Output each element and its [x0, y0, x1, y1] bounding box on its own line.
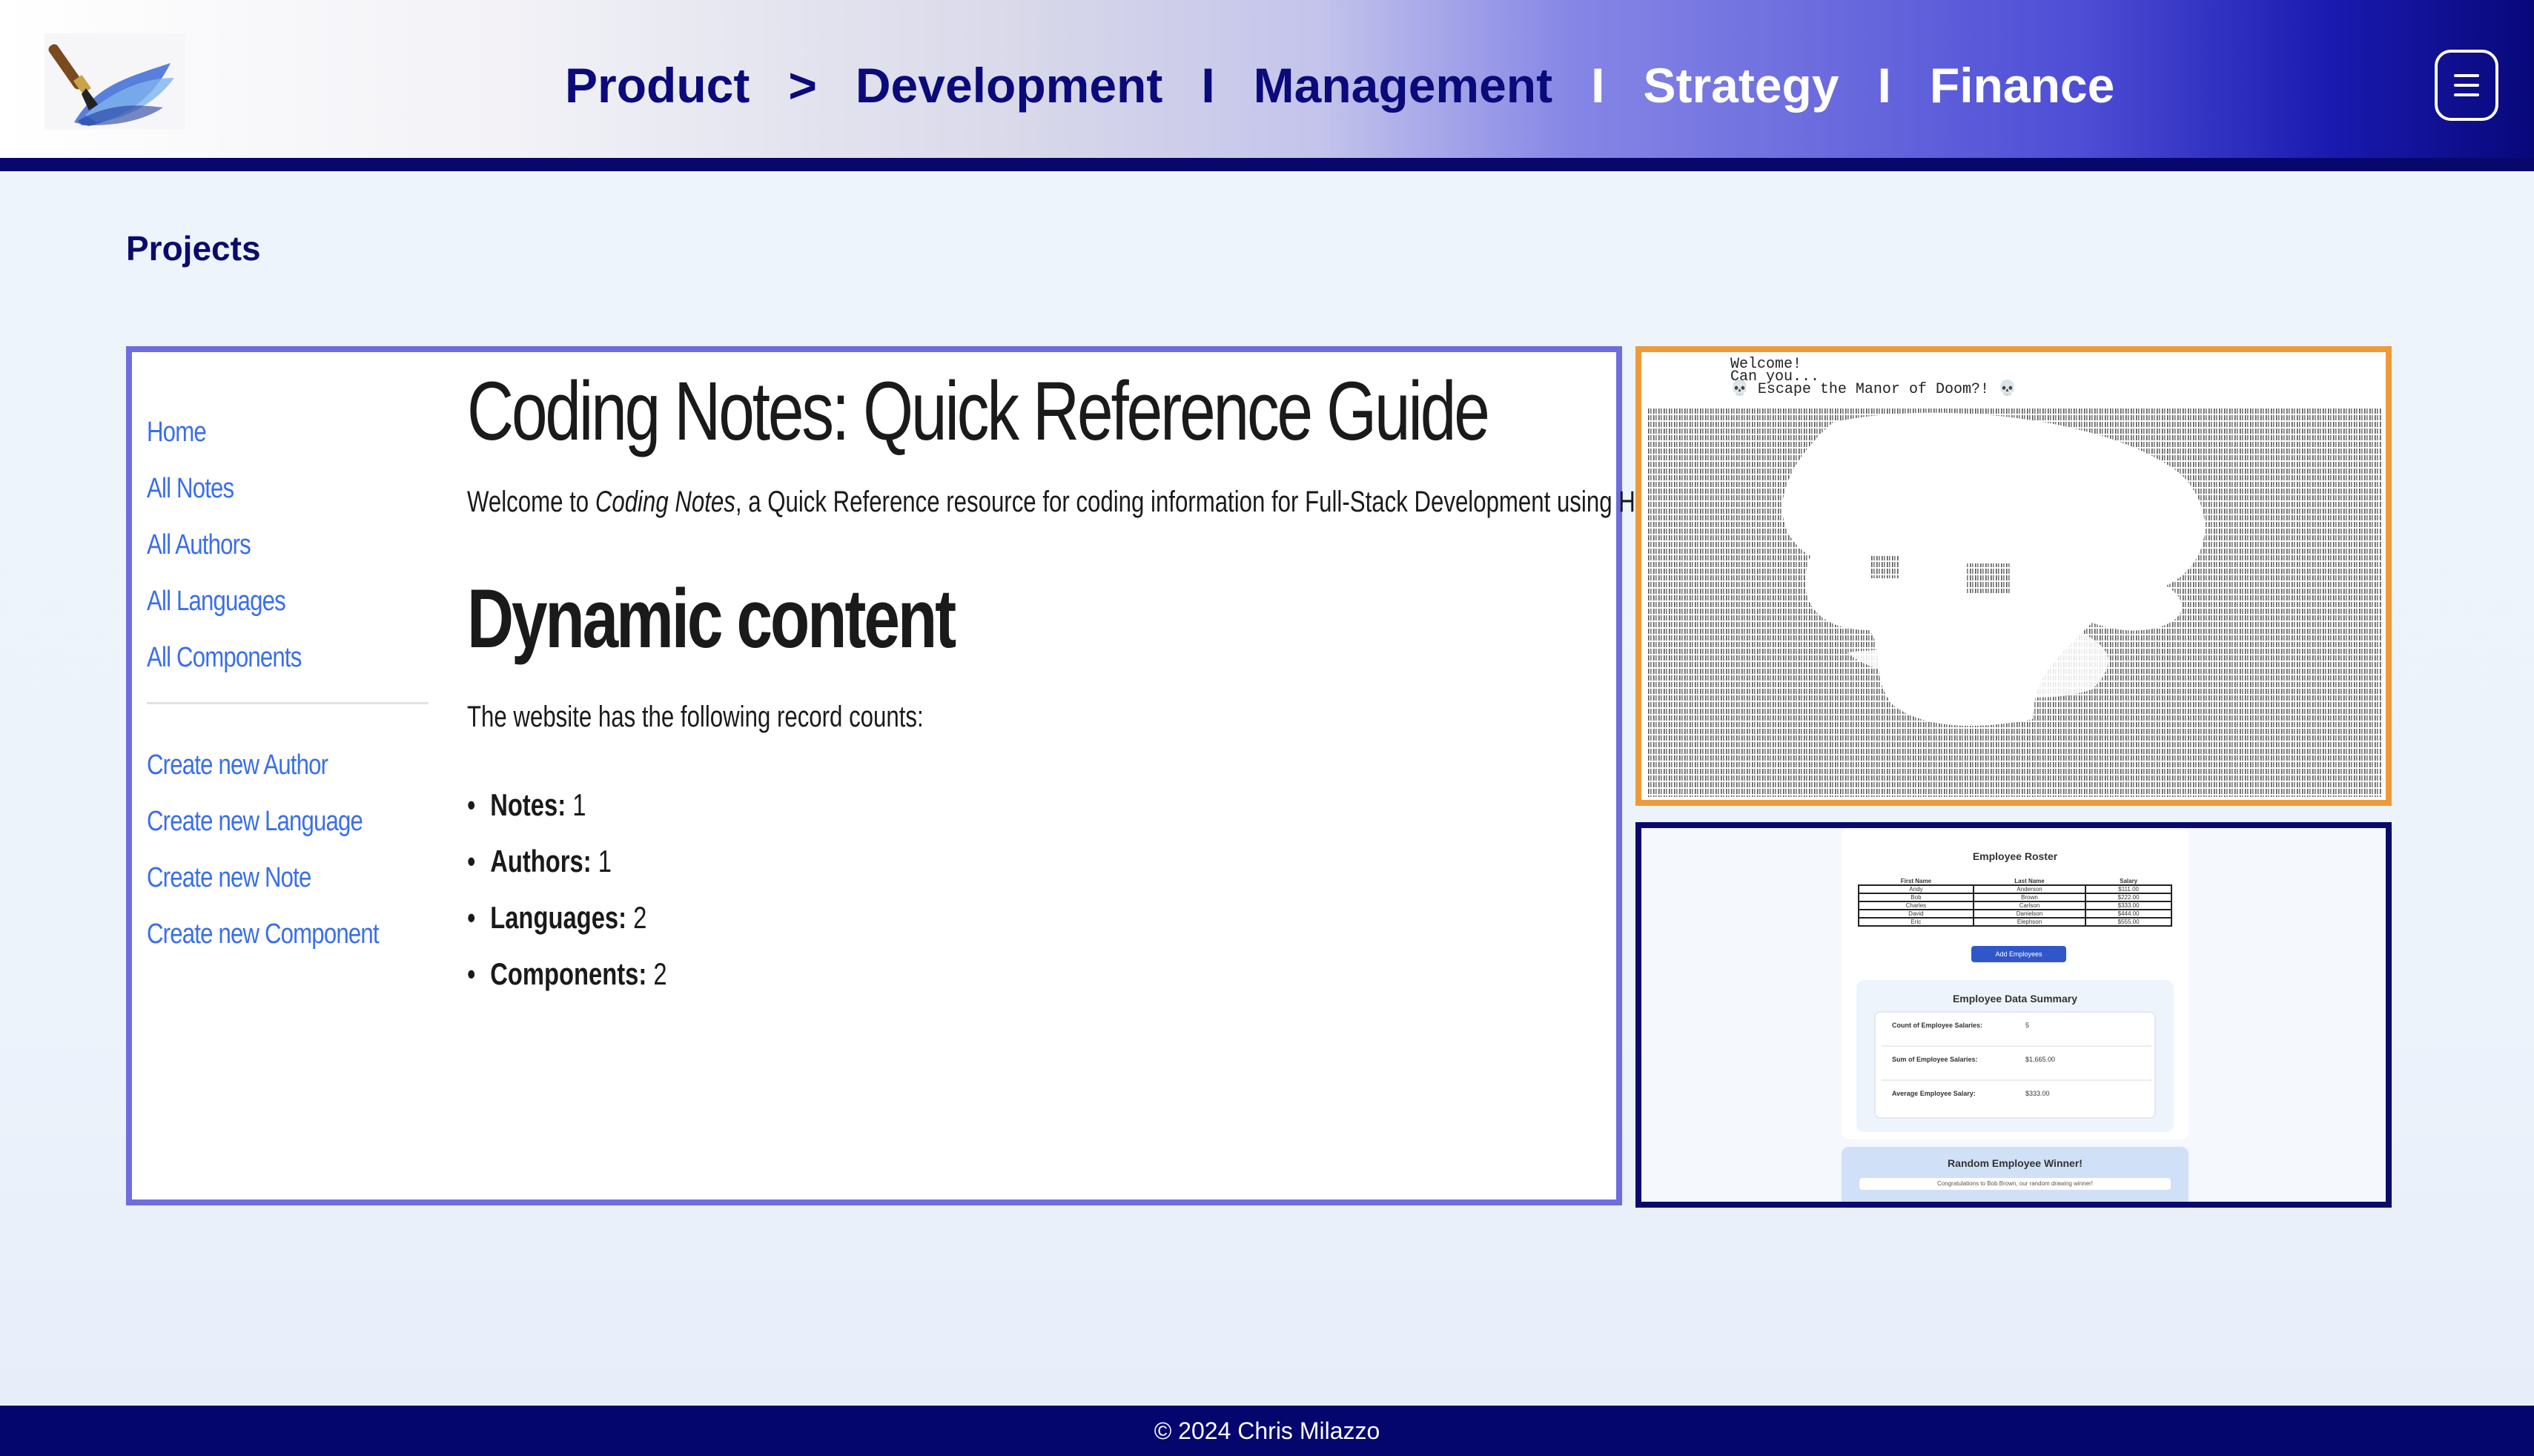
summary-row: Sum of Employee Salaries: $1,665.00 — [1892, 1056, 2056, 1063]
record-counts-text: The website has the following record cou… — [467, 701, 924, 733]
summary-title: Employee Data Summary — [1952, 993, 2078, 1005]
header-divider — [0, 158, 2534, 171]
dynamic-content-heading: Dynamic content — [467, 572, 956, 665]
nav-management[interactable]: Management — [1254, 57, 1552, 113]
employee-summary: Employee Data Summary Count of Employee … — [1856, 980, 2174, 1132]
sidebar-link-create-component[interactable]: Create new Component — [147, 906, 380, 962]
nav-finance[interactable]: Finance — [1930, 57, 2114, 113]
ascii-skull-art — [1647, 408, 2381, 797]
sidebar-link-create-note[interactable]: Create new Note — [147, 850, 378, 906]
hamburger-icon — [2454, 93, 2479, 96]
column-header: Last Name — [2014, 878, 2045, 884]
nav-separator: I — [1201, 58, 1215, 113]
site-header: Product > Development I Management I Str… — [0, 0, 2534, 158]
nav-separator: I — [1877, 58, 1891, 113]
add-employees-button[interactable]: Add Employees — [1971, 946, 2066, 962]
section-title: Projects — [126, 229, 261, 268]
sidebar-link-home[interactable]: Home — [147, 404, 378, 460]
summary-row: Count of Employee Salaries: 5 — [1892, 1022, 2030, 1029]
random-winner-panel: Random Employee Winner! Congratulations … — [1842, 1147, 2189, 1202]
summary-divider — [1882, 1045, 2151, 1047]
table-row: David Danielson $444.00 — [1858, 909, 2172, 919]
project-card-coding-notes[interactable]: Home All Notes All Authors All Languages… — [126, 346, 1908, 1205]
nav-product[interactable]: Product — [565, 57, 750, 113]
nav-separator: > — [788, 58, 817, 113]
winner-title: Random Employee Winner! — [1948, 1157, 2083, 1169]
sidebar-link-all-authors[interactable]: All Authors — [147, 517, 378, 573]
manor-welcome-text: Welcome! Can you... 💀 Escape the Manor of … — [1730, 356, 2017, 398]
main-nav: Product > Development I Management I Str… — [565, 52, 2114, 119]
coding-notes-content: Coding Notes: Quick Reference Guide Welc… — [467, 363, 1908, 1002]
table-row: Bob Brown $222.00 — [1858, 893, 2172, 902]
employee-roster-panel: Employee Roster First Name Last Name Sal… — [1842, 828, 2189, 1139]
list-item: Notes: 1 — [467, 777, 1346, 833]
table-row: Charles Carlson $333.00 — [1858, 901, 2172, 910]
sidebar-link-create-author[interactable]: Create new Author — [147, 737, 378, 793]
sidebar-link-all-notes[interactable]: All Notes — [147, 460, 378, 517]
coding-notes-intro: Welcome to Coding Notes, a Quick Referen… — [467, 486, 1908, 518]
table-row: Eric Elephson $555.00 — [1858, 917, 2172, 927]
record-counts-list: Notes: 1 Authors: 1 Languages: 2 Compone… — [467, 777, 1594, 1002]
table-row: Andy Anderson $111.00 — [1858, 884, 2172, 894]
sidebar-link-all-languages[interactable]: All Languages — [147, 573, 378, 629]
hamburger-menu-button[interactable] — [2435, 50, 2498, 121]
list-item: Components: 2 — [467, 946, 1346, 1002]
project-card-employee-roster[interactable]: Employee Roster First Name Last Name Sal… — [1635, 822, 2392, 1208]
hamburger-icon — [2454, 74, 2479, 77]
copyright-text: © 2024 Chris Milazzo — [1154, 1417, 1380, 1444]
column-header: First Name — [1900, 878, 1932, 884]
site-footer: © 2024 Chris Milazzo — [0, 1406, 2534, 1456]
summary-row: Average Employee Salary: $333.00 — [1892, 1090, 2050, 1097]
hamburger-icon — [2454, 84, 2479, 87]
summary-divider — [1882, 1079, 2151, 1081]
coding-notes-sidebar: Home All Notes All Authors All Languages… — [147, 404, 429, 962]
coding-notes-title: Coding Notes: Quick Reference Guide — [467, 365, 1490, 457]
employee-roster-title: Employee Roster — [1972, 850, 2058, 862]
nav-separator: I — [1591, 58, 1605, 113]
sidebar-link-create-language[interactable]: Create new Language — [147, 793, 378, 850]
column-header: Salary — [2120, 878, 2138, 884]
sidebar-divider — [147, 702, 429, 704]
summary-box: Count of Employee Salaries: 5 Sum of Empl… — [1874, 1011, 2156, 1119]
nav-development[interactable]: Development — [856, 57, 1162, 113]
employee-table: First Name Last Name Salary Andy Anderson… — [1858, 878, 2172, 927]
nav-strategy[interactable]: Strategy — [1643, 57, 1839, 113]
paintbrush-logo[interactable] — [44, 33, 185, 130]
list-item: Authors: 1 — [467, 833, 1346, 890]
sidebar-link-all-components[interactable]: All Components — [147, 629, 378, 686]
project-card-manor-of-doom[interactable]: Welcome! Can you... 💀 Escape the Manor of … — [1635, 346, 2392, 806]
list-item: Languages: 2 — [467, 890, 1346, 946]
winner-message: Congratulations to Bob Brown, our random… — [1859, 1178, 2171, 1190]
